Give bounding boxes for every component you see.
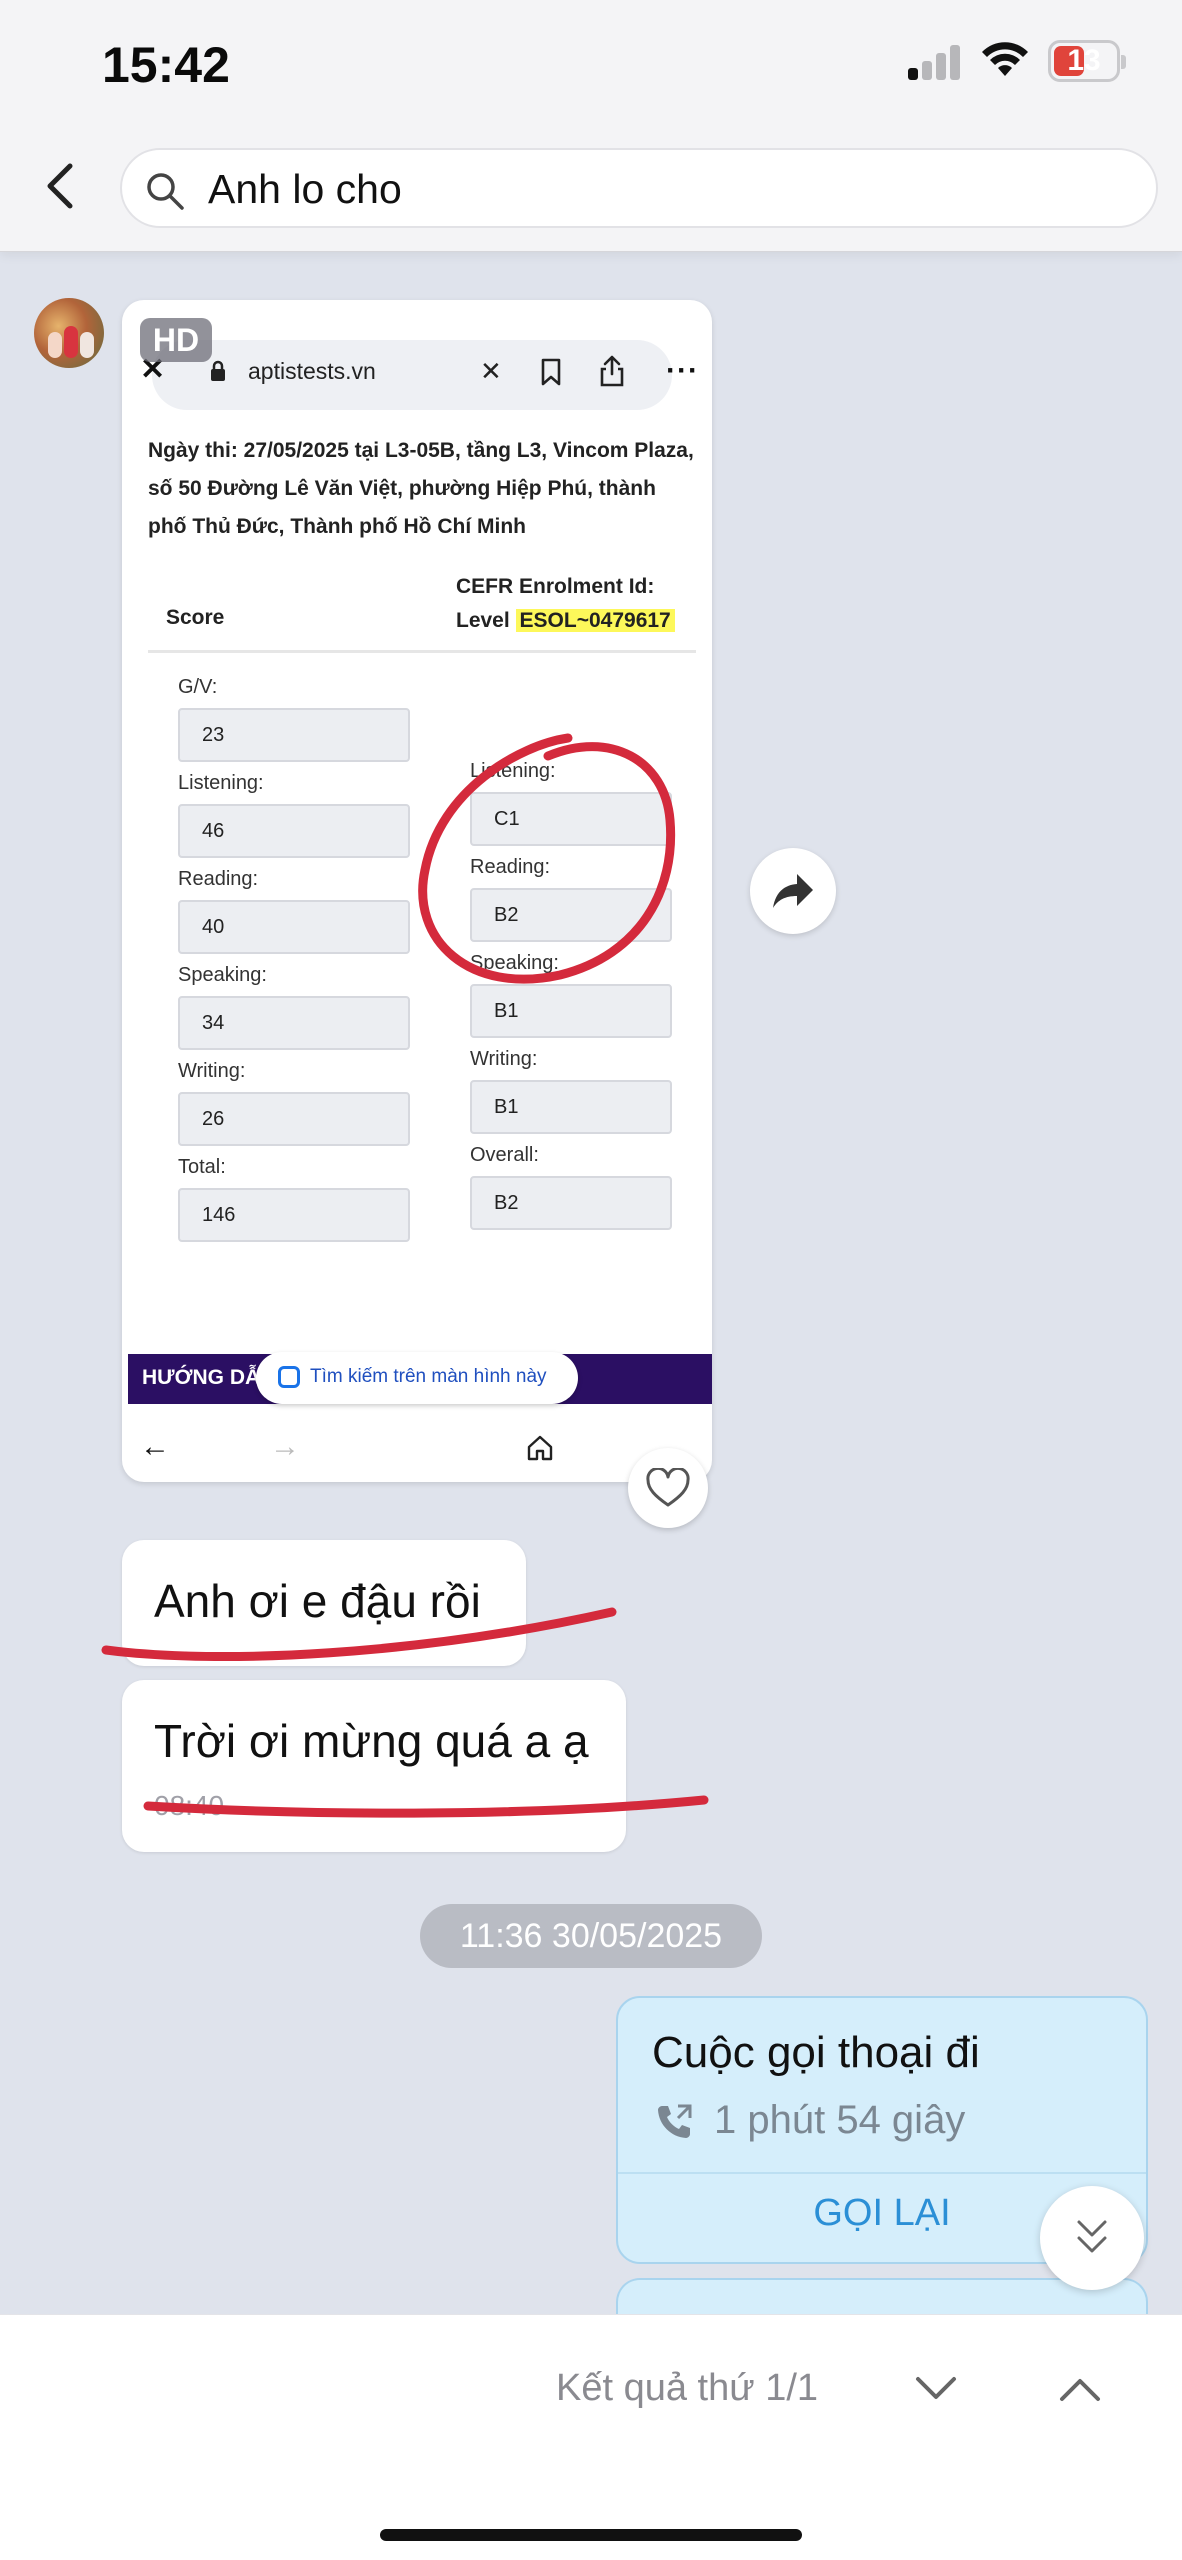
message-time: 08:40 bbox=[154, 1790, 225, 1821]
level-label: Reading: bbox=[470, 856, 551, 878]
level-label: Speaking: bbox=[470, 952, 559, 974]
double-chevron-down-icon bbox=[1077, 2220, 1107, 2253]
forward-button[interactable] bbox=[750, 848, 836, 934]
score-value: 40 bbox=[178, 900, 410, 954]
score-value: 46 bbox=[178, 804, 410, 858]
wifi-icon bbox=[982, 42, 1028, 76]
score-value: 146 bbox=[178, 1188, 410, 1242]
browser-url: aptistests.vn bbox=[248, 358, 376, 384]
call-divider bbox=[618, 2172, 1146, 2174]
level-value: B1 bbox=[470, 984, 672, 1038]
chevron-down-icon[interactable] bbox=[912, 2371, 960, 2407]
search-field[interactable] bbox=[120, 148, 1158, 228]
score-label: Listening: bbox=[178, 772, 264, 794]
image-message[interactable]: ✕ aptistests.vn ✕ ··· Ngày thi: 27/05/20… bbox=[122, 300, 712, 1482]
call-title: Cuộc gọi thoại đi bbox=[652, 2028, 980, 2077]
level-label: Writing: bbox=[470, 1048, 538, 1070]
search-result-bar: Kết quả thứ 1/1 bbox=[0, 2314, 1182, 2560]
score-label: Reading: bbox=[178, 868, 259, 890]
share-icon bbox=[600, 355, 624, 387]
phone-outgoing-icon bbox=[658, 2104, 692, 2138]
search-icon bbox=[147, 173, 184, 210]
message-text: Anh ơi e đậu rồi bbox=[154, 1575, 481, 1627]
level-label: Listening: bbox=[470, 760, 556, 782]
message-bubble[interactable]: Trời ơi mừng quá a ạ 08:40 bbox=[122, 1680, 626, 1852]
level-value: B2 bbox=[470, 1176, 672, 1230]
lock-icon bbox=[211, 360, 225, 381]
cellular-signal-icon bbox=[908, 44, 960, 80]
message-bubble[interactable]: Anh ơi e đậu rồi bbox=[122, 1540, 526, 1666]
bookmark-icon bbox=[541, 358, 561, 386]
lens-search-chip: Tìm kiếm trên màn hình này bbox=[256, 1352, 578, 1404]
cefr-header: CEFR Enrolment Id: Level ESOL~0479617 bbox=[456, 570, 675, 638]
table-divider bbox=[148, 650, 696, 653]
date-separator: 11:36 30/05/2025 bbox=[420, 1904, 762, 1968]
score-label: Writing: bbox=[178, 1060, 246, 1082]
hd-badge: HD bbox=[140, 318, 212, 362]
lens-icon bbox=[278, 1366, 300, 1388]
score-value: 34 bbox=[178, 996, 410, 1050]
enrolment-id: ESOL~0479617 bbox=[515, 609, 675, 632]
chevron-up-icon[interactable] bbox=[1056, 2371, 1104, 2407]
banner-text: HƯỚNG DẪ bbox=[142, 1366, 261, 1389]
home-indicator bbox=[380, 2529, 802, 2541]
sender-avatar[interactable] bbox=[34, 298, 104, 368]
score-label: Total: bbox=[178, 1156, 226, 1178]
browser-url-bar bbox=[152, 340, 672, 410]
react-heart-button[interactable] bbox=[628, 1448, 708, 1528]
status-time: 15:42 bbox=[102, 37, 230, 93]
score-label: G/V: bbox=[178, 676, 218, 698]
level-label: Overall: bbox=[470, 1144, 539, 1166]
level-value: C1 bbox=[470, 792, 672, 846]
score-label: Speaking: bbox=[178, 964, 267, 986]
top-bar: 15:42 13 bbox=[0, 0, 1182, 252]
forward-icon bbox=[773, 874, 813, 908]
call-duration: 1 phút 54 giây bbox=[714, 2098, 966, 2142]
browser-home-icon bbox=[527, 1435, 553, 1461]
browser-forward-icon: → bbox=[270, 1430, 300, 1463]
more-icon: ··· bbox=[666, 354, 699, 387]
heart-icon bbox=[646, 1468, 690, 1507]
back-arrow-icon[interactable] bbox=[36, 158, 86, 214]
clear-url-icon: ✕ bbox=[480, 356, 502, 386]
exam-info-text: Ngày thi: 27/05/2025 tại L3-05B, tầng L3… bbox=[148, 439, 694, 538]
scroll-to-bottom-button[interactable] bbox=[1040, 2186, 1144, 2290]
search-input[interactable] bbox=[208, 162, 1108, 216]
message-text: Trời ơi mừng quá a ạ bbox=[154, 1715, 589, 1767]
score-value: 26 bbox=[178, 1092, 410, 1146]
score-header: Score bbox=[166, 606, 225, 629]
level-value: B2 bbox=[470, 888, 672, 942]
level-value: B1 bbox=[470, 1080, 672, 1134]
result-count: Kết quả thứ 1/1 bbox=[556, 2367, 819, 2409]
battery-level: 13 bbox=[1067, 44, 1101, 77]
browser-back-icon: ← bbox=[140, 1430, 170, 1463]
score-value: 23 bbox=[178, 708, 410, 762]
battery-icon: 13 bbox=[1048, 40, 1126, 82]
